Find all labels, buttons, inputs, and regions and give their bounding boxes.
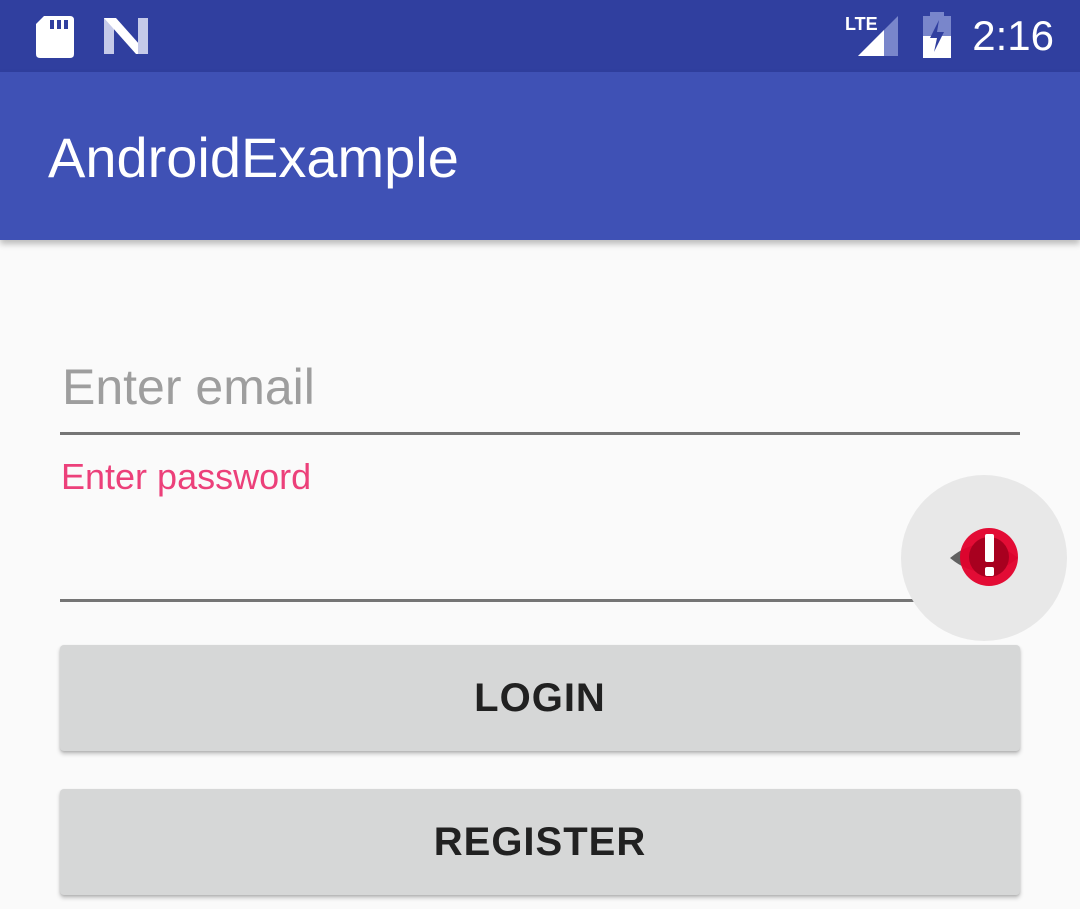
- sd-card-icon: [36, 16, 74, 63]
- login-button[interactable]: LOGIN: [60, 645, 1020, 751]
- app-title: AndroidExample: [48, 126, 459, 189]
- password-visibility-toggle[interactable]: [901, 475, 1067, 641]
- lte-signal-icon: LTE: [844, 12, 900, 63]
- app-bar: AndroidExample: [0, 72, 1080, 240]
- register-button[interactable]: REGISTER: [60, 789, 1020, 895]
- status-bar: LTE 2:16: [0, 0, 1080, 72]
- android-n-icon: [104, 18, 148, 59]
- status-time: 2:16: [972, 12, 1054, 59]
- email-placeholder: Enter email: [62, 359, 315, 415]
- eye-icon: [950, 528, 1018, 586]
- email-field[interactable]: Enter email: [60, 350, 1020, 435]
- password-field[interactable]: [60, 520, 1020, 602]
- battery-charging-icon: [921, 12, 953, 63]
- password-label: Enter password: [61, 456, 312, 497]
- network-type: LTE: [845, 14, 878, 34]
